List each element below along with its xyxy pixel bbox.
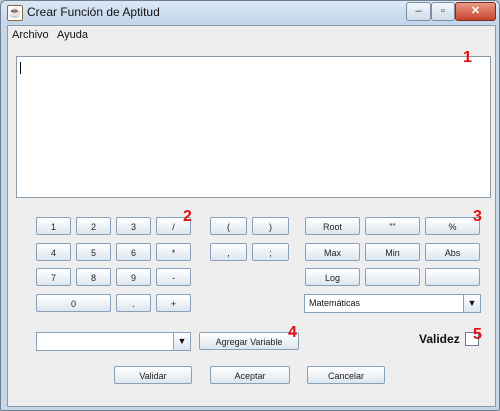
app-window: ☕ Crear Función de Aptitud – ▫ ✕ Archivo… bbox=[0, 0, 500, 411]
key-8[interactable]: 8 bbox=[76, 268, 111, 286]
key-open-paren[interactable]: ( bbox=[210, 217, 247, 235]
func-quote-button[interactable]: "" bbox=[365, 217, 420, 235]
menu-ayuda[interactable]: Ayuda bbox=[57, 29, 88, 41]
func-abs-button[interactable]: Abs bbox=[425, 243, 480, 261]
annotation-5: 5 bbox=[473, 326, 482, 343]
category-dropdown-value: Matemáticas bbox=[309, 298, 361, 308]
validity-label: Validez bbox=[419, 332, 460, 346]
key-0[interactable]: 0 bbox=[36, 294, 111, 312]
func-max-button[interactable]: Max bbox=[305, 243, 360, 261]
cancel-button[interactable]: Cancelar bbox=[307, 366, 385, 384]
key-subtract[interactable]: - bbox=[156, 268, 191, 286]
key-6[interactable]: 6 bbox=[116, 243, 151, 261]
menu-bar: Archivo Ayuda bbox=[8, 26, 495, 45]
key-4[interactable]: 4 bbox=[36, 243, 71, 261]
minimize-button[interactable]: – bbox=[406, 2, 431, 21]
func-percent-button[interactable]: % bbox=[425, 217, 480, 235]
close-button[interactable]: ✕ bbox=[455, 2, 496, 21]
func-log-button[interactable]: Log bbox=[305, 268, 360, 286]
annotation-3: 3 bbox=[473, 208, 482, 225]
add-variable-button[interactable]: Agregar Variable bbox=[199, 332, 299, 350]
menu-archivo[interactable]: Archivo bbox=[12, 29, 49, 41]
validate-button[interactable]: Validar bbox=[114, 366, 192, 384]
annotation-1: 1 bbox=[463, 49, 472, 66]
func-min-button[interactable]: Min bbox=[365, 243, 420, 261]
key-multiply[interactable]: * bbox=[156, 243, 191, 261]
expression-textarea[interactable] bbox=[16, 56, 491, 198]
java-icon: ☕ bbox=[7, 5, 23, 21]
category-dropdown[interactable]: Matemáticas ▼ bbox=[304, 294, 481, 313]
key-close-paren[interactable]: ) bbox=[252, 217, 289, 235]
key-5[interactable]: 5 bbox=[76, 243, 111, 261]
variable-dropdown[interactable]: ▼ bbox=[36, 332, 191, 351]
accept-button[interactable]: Aceptar bbox=[210, 366, 290, 384]
key-9[interactable]: 9 bbox=[116, 268, 151, 286]
key-2[interactable]: 2 bbox=[76, 217, 111, 235]
text-caret bbox=[20, 62, 21, 74]
func-empty-button-1[interactable] bbox=[365, 268, 420, 286]
dropdown-arrow-icon[interactable]: ▼ bbox=[463, 295, 480, 312]
dropdown-arrow-icon[interactable]: ▼ bbox=[173, 333, 190, 350]
annotation-4: 4 bbox=[288, 324, 297, 341]
key-semicolon[interactable]: ; bbox=[252, 243, 289, 261]
key-1[interactable]: 1 bbox=[36, 217, 71, 235]
key-3[interactable]: 3 bbox=[116, 217, 151, 235]
func-root-button[interactable]: Root bbox=[305, 217, 360, 235]
func-empty-button-2[interactable] bbox=[425, 268, 480, 286]
key-7[interactable]: 7 bbox=[36, 268, 71, 286]
client-area: Archivo Ayuda 1 1 2 3 / 2 4 5 6 * 7 8 9 … bbox=[7, 25, 496, 407]
title-bar: ☕ Crear Función de Aptitud – ▫ ✕ bbox=[1, 1, 499, 24]
window-title: Crear Función de Aptitud bbox=[27, 5, 160, 19]
key-add[interactable]: + bbox=[156, 294, 191, 312]
key-comma[interactable]: , bbox=[210, 243, 247, 261]
key-decimal[interactable]: . bbox=[116, 294, 151, 312]
maximize-button[interactable]: ▫ bbox=[431, 2, 455, 21]
annotation-2: 2 bbox=[183, 208, 192, 225]
